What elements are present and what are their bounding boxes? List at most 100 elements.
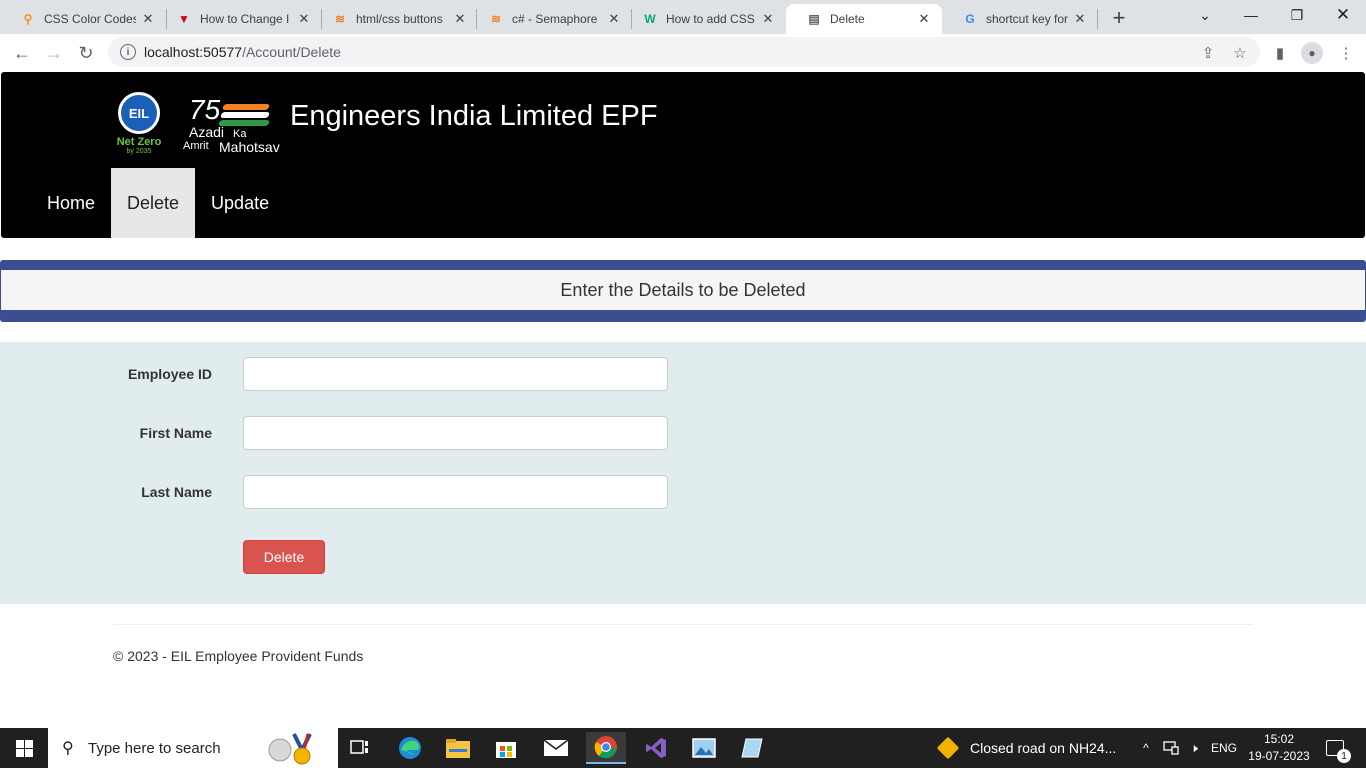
form-row-first-name: First Name (0, 416, 1366, 450)
tab-title: c# - Semaphore (512, 12, 598, 26)
task-view-icon[interactable] (340, 732, 380, 764)
tab-shortcut-key[interactable]: G shortcut key for s ✕ (942, 4, 1098, 34)
footer-copyright: © 2023 - EIL Employee Provident Funds (113, 648, 364, 664)
bookmark-star-icon[interactable]: ☆ (1228, 41, 1252, 65)
page-icon: ▤ (808, 12, 820, 26)
edge-browser-icon[interactable] (390, 732, 430, 764)
tab-title: html/css buttons (356, 12, 443, 26)
minimize-icon[interactable]: — (1228, 0, 1274, 30)
close-icon[interactable]: ✕ (760, 11, 776, 27)
notes-app-icon[interactable] (732, 732, 772, 764)
nav-home[interactable]: Home (31, 168, 111, 238)
windows-logo-icon (15, 739, 33, 757)
taskbar-search-placeholder: Type here to search (88, 739, 221, 757)
browser-tabstrip: ⚲ CSS Color Codes ✕ ▼ How to Change I ✕ … (0, 0, 1366, 34)
new-tab-button[interactable]: + (1106, 5, 1132, 31)
tray-chevron-up-icon[interactable]: ^ (1136, 728, 1156, 768)
last-name-input[interactable] (243, 475, 668, 509)
url-host: localhost:50577 (144, 44, 243, 60)
restore-icon[interactable]: ❐ (1274, 0, 1320, 30)
close-icon[interactable]: ✕ (140, 11, 156, 27)
search-highlight-medal-icon (268, 733, 312, 765)
profile-avatar-icon[interactable]: ● (1300, 41, 1324, 65)
close-icon[interactable]: ✕ (1072, 11, 1088, 27)
azadi-ka-amrit-mahotsav-logo: 75 Azadi Ka Amrit Mahotsav (183, 94, 295, 158)
news-text: Closed road on NH24... (970, 740, 1117, 756)
notification-count: 1 (1337, 749, 1351, 763)
visual-studio-icon[interactable] (636, 732, 676, 764)
last-name-label: Last Name (141, 484, 212, 500)
w3-icon: W (644, 12, 656, 26)
microsoft-store-icon[interactable] (486, 732, 526, 764)
mail-icon[interactable] (536, 732, 576, 764)
close-icon[interactable]: ✕ (296, 11, 312, 27)
google-icon: G (965, 12, 975, 26)
nav-delete[interactable]: Delete (111, 168, 196, 238)
flag-stripe-white (219, 112, 271, 118)
taskbar-search-box[interactable]: ⚲ Type here to search (48, 728, 338, 768)
clock-date: 19-07-2023 (1248, 749, 1310, 763)
red-v-icon: ▼ (178, 12, 190, 26)
section-banner: Enter the Details to be Deleted (0, 260, 1366, 322)
net-zero-text: Net Zero (116, 136, 162, 148)
language-indicator[interactable]: ENG (1208, 728, 1240, 768)
address-bar[interactable]: i localhost:50577/Account/Delete (108, 37, 1260, 67)
tab-title: Delete (830, 12, 865, 26)
nav-update[interactable]: Update (195, 168, 285, 238)
notification-center-icon[interactable]: 1 (1320, 728, 1351, 768)
tab-delete[interactable]: ▤ Delete ✕ (786, 4, 942, 34)
clock-time: 15:02 (1263, 732, 1295, 746)
tab-title: How to Change I (200, 12, 290, 26)
footer-divider (113, 624, 1253, 625)
stackoverflow-icon: ≋ (490, 12, 502, 26)
share-icon[interactable]: ⇪ (1196, 41, 1220, 65)
close-icon[interactable]: ✕ (452, 11, 468, 27)
close-icon[interactable]: ✕ (606, 11, 622, 27)
info-icon[interactable]: i (120, 44, 136, 60)
site-header: EIL Net Zero by 2035 75 Azadi Ka Amrit M… (1, 72, 1365, 238)
tab-title: shortcut key for s (986, 12, 1068, 26)
tab-how-to-change[interactable]: ▼ How to Change I ✕ (156, 4, 322, 34)
first-name-label: First Name (139, 425, 212, 441)
tab-search-chevron-icon[interactable]: ⌄ (1182, 0, 1228, 30)
stackoverflow-icon: ≋ (334, 12, 346, 26)
employee-id-input[interactable] (243, 357, 668, 391)
first-name-input[interactable] (243, 416, 668, 450)
tab-separator (1097, 9, 1098, 29)
tab-how-to-add-css[interactable]: W How to add CSS ✕ (622, 4, 786, 34)
tab-html-css-buttons[interactable]: ≋ html/css buttons ✕ (312, 4, 478, 34)
delete-form: Employee ID First Name Last Name Delete (0, 342, 1366, 604)
flag-stripe-saffron (221, 104, 271, 110)
employee-id-label: Employee ID (127, 366, 212, 382)
delete-button[interactable]: Delete (243, 540, 325, 574)
azadi-75: 75 (189, 94, 221, 125)
side-panel-icon[interactable]: ▮ (1268, 41, 1292, 65)
eil-logo[interactable]: EIL Net Zero by 2035 (112, 92, 166, 162)
forward-arrow-icon[interactable]: → (40, 39, 68, 67)
close-window-icon[interactable]: ✕ (1320, 0, 1366, 30)
reload-icon[interactable]: ↻ (72, 39, 100, 67)
windows-start-button[interactable] (0, 728, 48, 768)
orange-search-icon: ⚲ (23, 12, 33, 26)
tab-title: CSS Color Codes (44, 12, 136, 26)
network-icon[interactable] (1160, 728, 1182, 768)
tab-css-color-codes[interactable]: ⚲ CSS Color Codes ✕ (0, 4, 166, 34)
taskbar-clock[interactable]: 15:02 19-07-2023 (1244, 731, 1314, 765)
news-widget[interactable]: Closed road on NH24... (936, 728, 1117, 768)
tab-semaphore[interactable]: ≋ c# - Semaphore ✕ (468, 4, 632, 34)
search-icon: ⚲ (62, 740, 74, 757)
file-explorer-icon[interactable] (438, 732, 478, 764)
volume-muted-icon[interactable]: 🕨 (1184, 728, 1204, 768)
main-nav: Home Delete Update (31, 168, 285, 238)
back-arrow-icon[interactable]: ← (8, 39, 36, 67)
image-viewer-icon[interactable] (684, 732, 724, 764)
site-title: Engineers India Limited EPF (290, 100, 658, 132)
tab-title: How to add CSS (666, 12, 755, 26)
menu-kebab-icon[interactable]: ⋮ (1334, 41, 1358, 65)
close-icon[interactable]: ✕ (916, 11, 932, 27)
form-row-employee-id: Employee ID (0, 357, 1366, 391)
banner-title: Enter the Details to be Deleted (1, 270, 1365, 310)
chrome-browser-icon[interactable] (586, 732, 626, 764)
windows-taskbar: ⚲ Type here to search Closed road on NH2… (0, 728, 1366, 768)
eil-logo-circle: EIL (118, 92, 160, 134)
